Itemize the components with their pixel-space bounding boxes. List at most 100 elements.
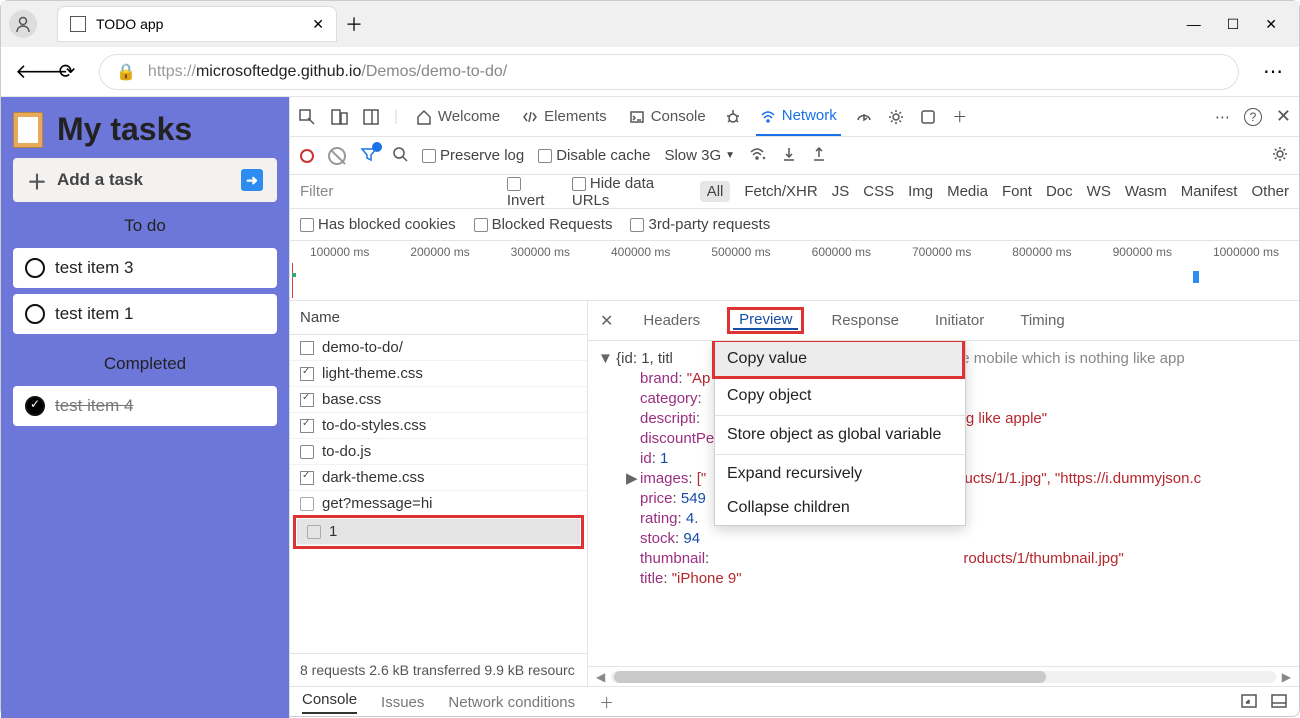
- invert-checkbox[interactable]: Invert: [507, 175, 558, 209]
- scroll-right-icon[interactable]: ▶: [1282, 670, 1291, 684]
- detail-tabs: ✕ Headers Preview Response Initiator Tim…: [588, 301, 1299, 341]
- task-checkbox-checked-icon[interactable]: [25, 396, 45, 416]
- settings-gear-icon[interactable]: [887, 108, 905, 126]
- request-row[interactable]: base.css: [290, 387, 587, 413]
- filter-type[interactable]: Other: [1251, 183, 1289, 200]
- throttle-select[interactable]: Slow 3G ▼: [664, 147, 735, 164]
- browser-tab[interactable]: TODO app ✕: [57, 6, 337, 42]
- menu-item-store-global[interactable]: Store object as global variable: [715, 418, 965, 452]
- export-har-icon[interactable]: [811, 146, 827, 166]
- devtools-more-button[interactable]: ⋯: [1215, 108, 1230, 126]
- task-item-done[interactable]: test item 4: [13, 386, 277, 426]
- address-bar[interactable]: 🔒 https://microsoftedge.github.io/Demos/…: [99, 54, 1239, 90]
- disable-cache-checkbox[interactable]: Disable cache: [538, 147, 650, 164]
- drawer-tab-issues[interactable]: Issues: [381, 694, 424, 711]
- wifi-settings-icon[interactable]: [749, 145, 767, 167]
- import-har-icon[interactable]: [781, 146, 797, 166]
- clear-button[interactable]: [328, 147, 346, 165]
- preview-json-body[interactable]: ▼ {id: 1, titlapple mobile which is noth…: [588, 341, 1299, 666]
- tab-network[interactable]: Network: [756, 97, 841, 136]
- bug-icon[interactable]: [724, 108, 742, 126]
- devtools-close-button[interactable]: ✕: [1276, 106, 1291, 127]
- filter-type[interactable]: WS: [1087, 183, 1111, 200]
- request-row[interactable]: 1: [297, 519, 580, 545]
- device-toggle-icon[interactable]: [330, 108, 348, 126]
- filter-type[interactable]: Fetch/XHR: [744, 183, 817, 200]
- new-tab-button[interactable]: ＋: [337, 7, 371, 41]
- search-icon[interactable]: [392, 146, 408, 166]
- performance-icon[interactable]: [855, 108, 873, 126]
- requests-header[interactable]: Name: [290, 301, 587, 335]
- record-button[interactable]: [300, 149, 314, 163]
- back-button[interactable]: 🡐: [15, 59, 35, 84]
- tick-label: 700000 ms: [912, 245, 971, 259]
- filter-type[interactable]: Doc: [1046, 183, 1073, 200]
- detail-tab-timing[interactable]: Timing: [1014, 301, 1070, 340]
- task-item[interactable]: test item 1: [13, 294, 277, 334]
- drawer-tab-console[interactable]: Console: [302, 691, 357, 714]
- minimize-icon[interactable]: —: [1187, 16, 1201, 33]
- request-name: to-do.js: [322, 443, 371, 460]
- menu-item-collapse-children[interactable]: Collapse children: [715, 491, 965, 525]
- app-icon[interactable]: [919, 108, 937, 126]
- request-row[interactable]: dark-theme.css: [290, 465, 587, 491]
- request-row[interactable]: to-do.js: [290, 439, 587, 465]
- menu-item-copy-object[interactable]: Copy object: [715, 379, 965, 413]
- detail-tab-response[interactable]: Response: [825, 301, 905, 340]
- preserve-log-checkbox[interactable]: Preserve log: [422, 147, 524, 164]
- menu-item-expand-recursively[interactable]: Expand recursively: [715, 457, 965, 491]
- tab-welcome[interactable]: Welcome: [412, 97, 504, 136]
- profile-avatar[interactable]: [9, 10, 37, 38]
- filter-type[interactable]: Wasm: [1125, 183, 1167, 200]
- request-row[interactable]: get?message=hi: [290, 491, 587, 517]
- blocked-cookies-checkbox[interactable]: Has blocked cookies: [300, 216, 456, 233]
- web-page-content: My tasks ＋ Add a task ➜ To do test item …: [1, 97, 289, 718]
- tab-console[interactable]: Console: [625, 97, 710, 136]
- drawer-more-button[interactable]: ＋: [599, 692, 614, 713]
- task-checkbox-icon[interactable]: [25, 258, 45, 278]
- blocked-requests-checkbox[interactable]: Blocked Requests: [474, 216, 613, 233]
- network-settings-icon[interactable]: [1271, 145, 1289, 167]
- task-item[interactable]: test item 3: [13, 248, 277, 288]
- drawer-dock-icon[interactable]: [1271, 694, 1287, 712]
- file-type-icon: [300, 393, 314, 407]
- third-party-checkbox[interactable]: 3rd-party requests: [630, 216, 770, 233]
- filter-type[interactable]: Media: [947, 183, 988, 200]
- detail-tab-preview[interactable]: Preview: [733, 311, 798, 330]
- maximize-icon[interactable]: ☐: [1227, 16, 1240, 33]
- drawer-tab-network-conditions[interactable]: Network conditions: [448, 694, 575, 711]
- filter-type[interactable]: Font: [1002, 183, 1032, 200]
- more-tabs-button[interactable]: ＋: [951, 108, 969, 126]
- hide-data-urls-checkbox[interactable]: Hide data URLs: [572, 175, 686, 209]
- request-row[interactable]: demo-to-do/: [290, 335, 587, 361]
- request-row[interactable]: to-do-styles.css: [290, 413, 587, 439]
- refresh-button[interactable]: ⟳: [57, 59, 77, 84]
- filter-input[interactable]: Filter: [300, 183, 493, 200]
- network-timeline[interactable]: 100000 ms 200000 ms 300000 ms 400000 ms …: [290, 241, 1299, 301]
- task-checkbox-icon[interactable]: [25, 304, 45, 324]
- tab-close-icon[interactable]: ✕: [312, 16, 324, 33]
- home-icon: [416, 109, 432, 125]
- scroll-left-icon[interactable]: ◀: [596, 670, 605, 684]
- dock-side-icon[interactable]: [362, 108, 380, 126]
- menu-item-copy-value[interactable]: Copy value: [715, 342, 962, 376]
- add-task-input[interactable]: ＋ Add a task ➜: [13, 158, 277, 202]
- browser-menu-button[interactable]: ⋯: [1261, 59, 1285, 84]
- filter-type[interactable]: JS: [832, 183, 850, 200]
- detail-close-button[interactable]: ✕: [600, 311, 613, 331]
- filter-type[interactable]: Manifest: [1181, 183, 1238, 200]
- detail-tab-headers[interactable]: Headers: [637, 301, 706, 340]
- detail-tab-initiator[interactable]: Initiator: [929, 301, 990, 340]
- help-icon[interactable]: ?: [1244, 108, 1262, 126]
- drawer-expand-icon[interactable]: [1241, 694, 1257, 712]
- inspect-icon[interactable]: [298, 108, 316, 126]
- request-row[interactable]: light-theme.css: [290, 361, 587, 387]
- horizontal-scrollbar[interactable]: ◀ ▶: [588, 666, 1299, 686]
- submit-task-button[interactable]: ➜: [241, 169, 263, 191]
- filter-type[interactable]: Img: [908, 183, 933, 200]
- filter-type[interactable]: CSS: [863, 183, 894, 200]
- tab-elements[interactable]: Elements: [518, 97, 611, 136]
- filter-toggle-button[interactable]: [360, 145, 378, 167]
- close-window-icon[interactable]: ✕: [1265, 16, 1277, 33]
- filter-type-all[interactable]: All: [700, 181, 731, 202]
